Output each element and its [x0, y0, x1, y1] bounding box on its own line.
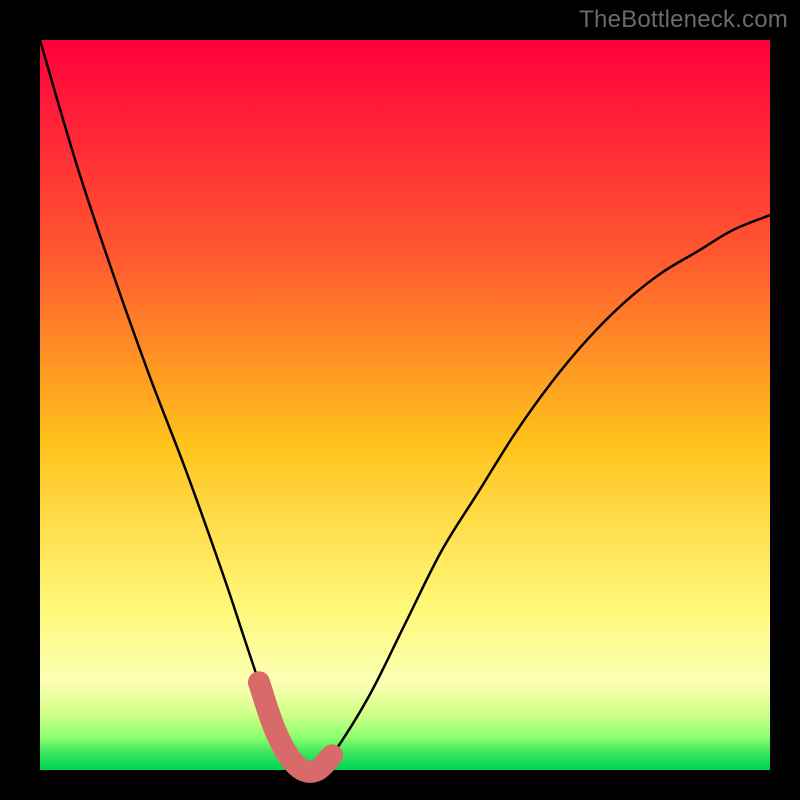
highlight-end-cap — [321, 744, 343, 766]
watermark-text: TheBottleneck.com — [579, 6, 788, 34]
plot-background — [40, 40, 770, 770]
highlight-start-cap — [248, 671, 270, 693]
bottleneck-chart — [0, 0, 800, 800]
outer-frame: TheBottleneck.com — [0, 0, 800, 800]
